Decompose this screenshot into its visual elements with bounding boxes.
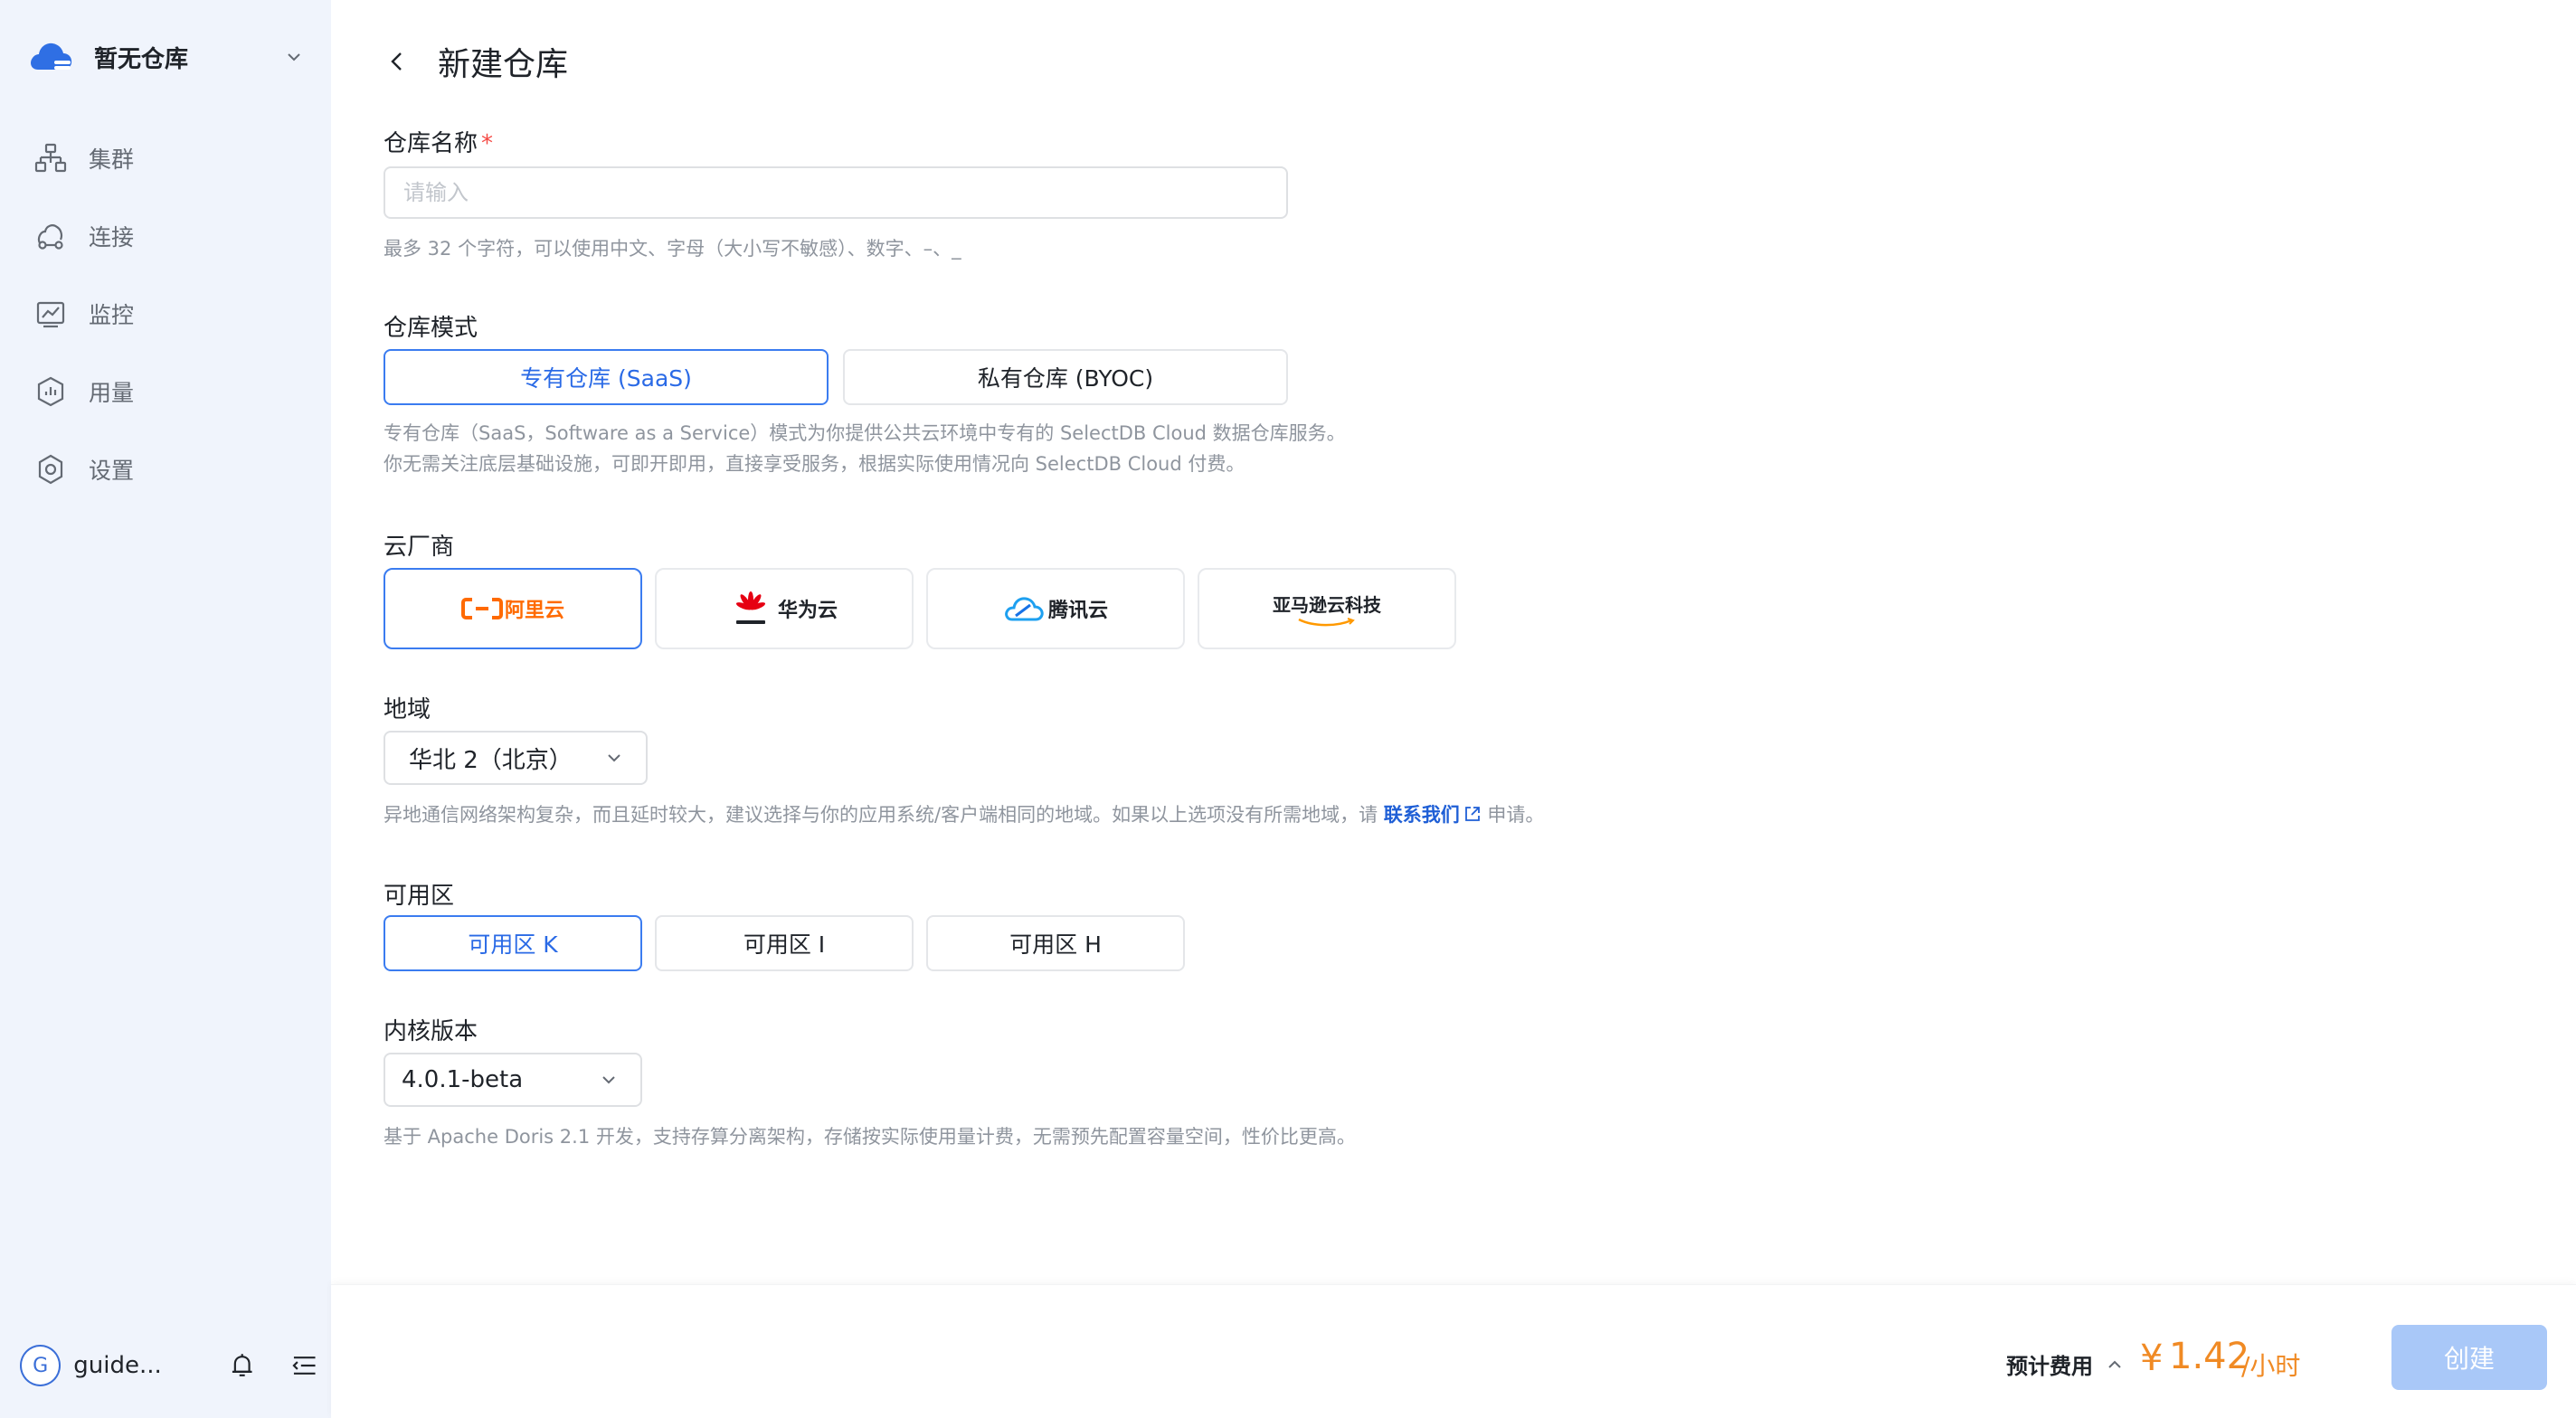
create-button[interactable]: 创建 bbox=[2391, 1325, 2547, 1390]
sidebar-item-cluster[interactable]: 集群 bbox=[34, 119, 306, 197]
provider-name: 腾讯云 bbox=[1047, 600, 1108, 622]
region-help-text: 异地通信网络架构复杂，而且延时较大，建议选择与你的应用系统/客户端相同的地域。如… bbox=[384, 804, 1384, 826]
workspace-name: 暂无仓库 bbox=[94, 45, 189, 73]
page-title: 新建仓库 bbox=[438, 46, 569, 83]
provider-label: 云厂商 bbox=[384, 534, 455, 561]
mode-help-line1: 专有仓库（SaaS，Software as a Service）模式为你提供公共… bbox=[384, 422, 1346, 444]
region-select[interactable]: 华北 2（北京） bbox=[384, 731, 648, 785]
bell-icon[interactable] bbox=[227, 1350, 257, 1381]
huawei-logo-icon bbox=[735, 591, 766, 624]
contact-us-link[interactable]: 联系我们 bbox=[1384, 804, 1482, 826]
provider-name: 阿里云 bbox=[504, 600, 564, 622]
connect-icon bbox=[37, 224, 63, 250]
chevron-up-icon[interactable] bbox=[2104, 1354, 2126, 1375]
avatar[interactable]: G bbox=[20, 1345, 62, 1386]
collapse-menu-icon[interactable] bbox=[290, 1351, 318, 1380]
region-label: 地域 bbox=[384, 696, 431, 723]
name-label: 仓库名称 * bbox=[384, 125, 493, 158]
external-link-icon bbox=[1464, 807, 1480, 821]
aliyun-logo-icon bbox=[460, 598, 503, 619]
sidebar-item-label: 用量 bbox=[89, 380, 135, 406]
sidebar-item-label: 连接 bbox=[89, 224, 135, 251]
sidebar-nav: 集群 连接 监控 用量 设置 bbox=[34, 119, 306, 508]
version-value: 4.0.1-beta bbox=[402, 1066, 524, 1093]
monitor-icon bbox=[36, 301, 65, 328]
sidebar-item-usage[interactable]: 用量 bbox=[34, 353, 306, 430]
provider-tencent[interactable]: 腾讯云 bbox=[926, 568, 1185, 649]
zone-i-option[interactable]: 可用区 I bbox=[655, 915, 914, 971]
mode-label: 仓库模式 bbox=[384, 315, 478, 342]
provider-huawei[interactable]: 华为云 bbox=[655, 568, 914, 649]
sidebar-item-connect[interactable]: 连接 bbox=[34, 197, 306, 275]
required-mark: * bbox=[481, 130, 494, 157]
cost-unit: /小时 bbox=[2241, 1351, 2301, 1381]
main-content: 新建仓库 仓库名称* 最多 32 个字符，可以使用中文、字母（大小写不敏感）、数… bbox=[331, 0, 2576, 1284]
provider-aws[interactable]: 亚马逊云科技 bbox=[1198, 568, 1456, 649]
zone-label: 可用区 bbox=[384, 883, 455, 910]
zone-h-option[interactable]: 可用区 H bbox=[926, 915, 1185, 971]
settings-icon bbox=[38, 454, 63, 485]
contact-us-label: 联系我们 bbox=[1383, 804, 1460, 826]
mode-byoc-option[interactable]: 私有仓库 (BYOC) bbox=[843, 349, 1288, 405]
back-arrow-icon[interactable] bbox=[384, 48, 411, 75]
name-label-text: 仓库名称 bbox=[384, 130, 478, 157]
provider-aliyun[interactable]: 阿里云 bbox=[384, 568, 642, 649]
sidebar-item-monitor[interactable]: 监控 bbox=[34, 275, 306, 353]
chevron-down-icon bbox=[602, 1076, 615, 1084]
sidebar: 暂无仓库 集群 连接 监控 用量 设置 G guide... bbox=[0, 0, 331, 1418]
sidebar-item-label: 设置 bbox=[89, 458, 135, 484]
zone-k-option[interactable]: 可用区 K bbox=[384, 915, 642, 971]
version-select[interactable]: 4.0.1-beta bbox=[384, 1053, 642, 1107]
region-value: 华北 2（北京） bbox=[409, 746, 573, 774]
sidebar-item-label: 监控 bbox=[89, 302, 135, 328]
mode-help-line2: 你无需关注底层基础设施，可即开即用，直接享受服务，根据实际使用情况向 Selec… bbox=[384, 453, 1245, 475]
chevron-down-icon bbox=[608, 754, 620, 762]
region-help: 异地通信网络架构复杂，而且延时较大，建议选择与你的应用系统/客户端相同的地域。如… bbox=[384, 799, 1544, 830]
user-name[interactable]: guide... bbox=[73, 1352, 189, 1379]
estimated-cost-value: 1.42 bbox=[2169, 1336, 2250, 1377]
estimated-cost-label[interactable]: 预计费用 bbox=[2006, 1348, 2093, 1380]
chevron-down-icon bbox=[288, 53, 300, 61]
provider-name: 华为云 bbox=[777, 600, 838, 622]
usage-icon bbox=[37, 376, 64, 407]
cluster-icon bbox=[34, 143, 67, 173]
provider-name: 亚马逊云科技 bbox=[1273, 593, 1381, 616]
workspace-switcher[interactable]: 暂无仓库 bbox=[27, 34, 304, 80]
name-help: 最多 32 个字符，可以使用中文、字母（大小写不敏感）、数字、–、_ bbox=[384, 238, 961, 260]
version-help: 基于 Apache Doris 2.1 开发，支持存算分离架构，存储按实际使用量… bbox=[384, 1126, 1356, 1148]
warehouse-name-input[interactable] bbox=[384, 166, 1288, 219]
version-label: 内核版本 bbox=[384, 1018, 478, 1045]
cloud-logo-icon bbox=[31, 43, 72, 70]
page-header: 新建仓库 bbox=[384, 36, 568, 87]
footer-bar: 预计费用 ¥ 1.42 /小时 创建 bbox=[331, 1284, 2576, 1418]
tencent-cloud-logo-icon bbox=[1005, 597, 1044, 621]
sidebar-item-label: 集群 bbox=[89, 147, 135, 173]
sidebar-item-settings[interactable]: 设置 bbox=[34, 430, 306, 508]
user-bar: G guide... bbox=[20, 1340, 318, 1391]
currency-symbol: ¥ bbox=[2140, 1338, 2164, 1379]
region-help-suffix: 申请。 bbox=[1481, 804, 1545, 826]
mode-saas-option[interactable]: 专有仓库 (SaaS) bbox=[384, 349, 829, 405]
aws-logo-icon bbox=[1298, 617, 1355, 626]
